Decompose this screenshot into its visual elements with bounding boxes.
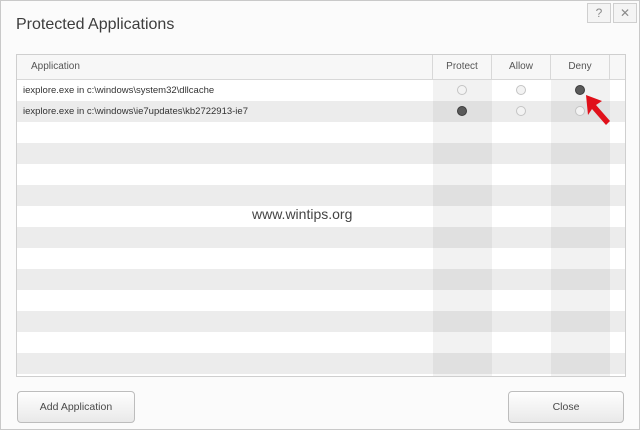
- table-stripe: [17, 332, 625, 353]
- close-button[interactable]: Close: [508, 391, 624, 423]
- red-arrow-annotation-icon: [586, 95, 610, 125]
- column-header-protect[interactable]: Protect: [433, 55, 492, 79]
- table-stripe: [17, 248, 625, 269]
- protected-applications-dialog: Protected Applications ? ✕ Application P…: [0, 0, 640, 430]
- protect-radio[interactable]: [457, 85, 467, 95]
- table-stripe: [17, 227, 625, 248]
- column-header-application[interactable]: Application: [17, 55, 433, 79]
- add-application-button[interactable]: Add Application: [17, 391, 135, 423]
- column-header-allow[interactable]: Allow: [492, 55, 551, 79]
- table-stripe: [17, 311, 625, 332]
- table-stripe: [17, 185, 625, 206]
- column-header-deny[interactable]: Deny: [551, 55, 610, 79]
- table-stripe: [17, 353, 625, 374]
- application-path: iexplore.exe in c:\windows\system32\dllc…: [23, 85, 215, 96]
- table-stripe: [17, 164, 625, 185]
- application-path: iexplore.exe in c:\windows\ie7updates\kb…: [23, 106, 248, 117]
- table-row[interactable]: iexplore.exe in c:\windows\system32\dllc…: [17, 80, 625, 101]
- protect-column-shade: [433, 80, 492, 376]
- help-icon[interactable]: ?: [587, 3, 611, 23]
- table-header: Application Protect Allow Deny: [17, 55, 625, 80]
- close-icon[interactable]: ✕: [613, 3, 637, 23]
- window-controls: ? ✕: [585, 3, 637, 23]
- allow-radio[interactable]: [516, 106, 526, 116]
- allow-radio[interactable]: [516, 85, 526, 95]
- table-stripe: [17, 143, 625, 164]
- watermark-text: www.wintips.org: [252, 206, 353, 222]
- table-body: iexplore.exe in c:\windows\system32\dllc…: [17, 80, 625, 376]
- protect-radio[interactable]: [457, 106, 467, 116]
- dialog-title: Protected Applications: [16, 16, 175, 33]
- table-stripe: [17, 122, 625, 143]
- table-stripe: [17, 290, 625, 311]
- header-spacer: [610, 55, 625, 79]
- table-stripe: [17, 269, 625, 290]
- table-row[interactable]: iexplore.exe in c:\windows\ie7updates\kb…: [17, 101, 625, 122]
